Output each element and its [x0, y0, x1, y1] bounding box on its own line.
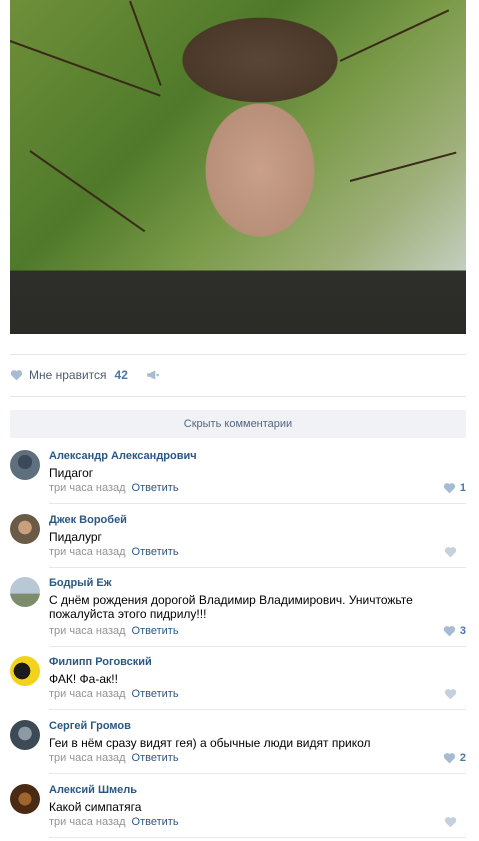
comment-like-count: 3	[459, 625, 466, 637]
comment-like[interactable]: 1	[443, 482, 466, 494]
comment-time[interactable]: три часа назад	[49, 688, 126, 700]
reply-link[interactable]: Ответить	[132, 482, 179, 494]
avatar[interactable]	[10, 656, 40, 686]
comment-meta: три часа назад Ответить	[49, 752, 179, 764]
avatar[interactable]	[10, 577, 40, 607]
comment-time[interactable]: три часа назад	[49, 482, 126, 494]
reply-link[interactable]: Ответить	[132, 546, 179, 558]
divider	[49, 837, 466, 838]
comment-like[interactable]	[444, 816, 466, 828]
comment-author[interactable]: Сергей Громов	[49, 720, 131, 732]
hide-comments-button[interactable]: Скрыть комментарии	[10, 410, 466, 438]
heart-icon	[444, 547, 457, 558]
heart-icon	[443, 483, 456, 494]
divider	[49, 709, 466, 710]
reply-link[interactable]: Ответить	[132, 816, 179, 828]
reply-link[interactable]: Ответить	[132, 688, 179, 700]
avatar[interactable]	[10, 720, 40, 750]
comment-meta: три часа назад Ответить	[49, 688, 179, 700]
divider	[49, 646, 466, 647]
reply-link[interactable]: Ответить	[132, 752, 179, 764]
heart-icon	[444, 817, 457, 828]
comment: Джек Воробей Пидалург три часа назад Отве…	[10, 514, 466, 568]
heart-icon	[443, 626, 456, 637]
comment-text: ФАК! Фа-ак!!	[49, 672, 118, 686]
comment-author[interactable]: Бодрый Еж	[49, 577, 112, 589]
divider	[49, 773, 466, 774]
heart-icon	[10, 370, 23, 381]
comment-author[interactable]: Джек Воробей	[49, 514, 127, 526]
comment-text: Пидалург	[49, 530, 102, 544]
megaphone-icon[interactable]	[146, 369, 160, 381]
comment: Бодрый Еж С днём рождения дорогой Владим…	[10, 577, 466, 647]
comment: Александр Александрович Пидагог три часа…	[10, 450, 466, 504]
comment-author[interactable]: Алексий Шмель	[49, 784, 137, 796]
comment-text: Геи в нём сразу видят гея) а обычные люд…	[49, 736, 371, 750]
heart-icon	[444, 689, 457, 700]
comment-like-count: 1	[459, 482, 466, 494]
heart-icon	[443, 753, 456, 764]
comment-text: С днём рождения дорогой Владимир Владими…	[49, 593, 413, 621]
comment-like[interactable]	[444, 688, 466, 700]
post-photo[interactable]	[10, 0, 466, 334]
comment-meta: три часа назад Ответить	[49, 482, 179, 494]
comment-meta: три часа назад Ответить	[49, 546, 179, 558]
like-bar[interactable]: Мне нравится 42	[10, 366, 160, 384]
comment-time[interactable]: три часа назад	[49, 625, 126, 637]
reply-link[interactable]: Ответить	[132, 625, 179, 637]
comment-text: Какой симпатяга	[49, 800, 142, 814]
divider	[49, 503, 466, 504]
comment-like-count: 2	[459, 752, 466, 764]
comment-like[interactable]: 2	[443, 752, 466, 764]
comment: Сергей Громов Геи в нём сразу видят гея)…	[10, 720, 466, 774]
comment-time[interactable]: три часа назад	[49, 752, 126, 764]
divider	[10, 354, 466, 355]
comment-like[interactable]	[444, 546, 466, 558]
like-label[interactable]: Мне нравится	[29, 368, 107, 382]
like-count: 42	[114, 368, 128, 382]
divider	[10, 396, 466, 397]
comment-meta: три часа назад Ответить	[49, 816, 179, 828]
comment-time[interactable]: три часа назад	[49, 546, 126, 558]
avatar[interactable]	[10, 784, 40, 814]
comment-meta: три часа назад Ответить	[49, 625, 179, 637]
comment-text: Пидагог	[49, 466, 94, 480]
comment-author[interactable]: Александр Александрович	[49, 450, 197, 462]
comment-like[interactable]: 3	[443, 625, 466, 637]
divider	[49, 567, 466, 568]
comment-author[interactable]: Филипп Роговский	[49, 656, 152, 668]
comment-time[interactable]: три часа назад	[49, 816, 126, 828]
avatar[interactable]	[10, 450, 40, 480]
comment: Алексий Шмель Какой симпатяга три часа н…	[10, 784, 466, 838]
avatar[interactable]	[10, 514, 40, 544]
comment: Филипп Роговский ФАК! Фа-ак!! три часа н…	[10, 656, 466, 710]
